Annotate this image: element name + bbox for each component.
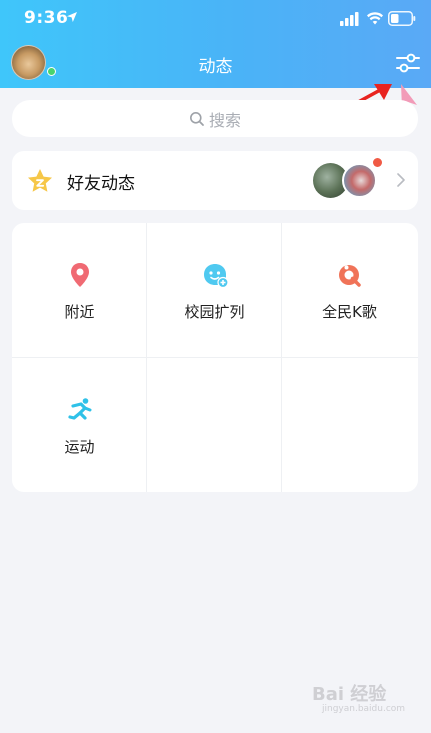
grid-item-nearby[interactable]: 附近 <box>12 223 147 357</box>
friends-feed-label: 好友动态 <box>67 174 135 194</box>
karaoke-icon <box>339 265 361 287</box>
watermark-brand: Bai 经验 <box>312 684 387 705</box>
grid-item-label: 运动 <box>64 438 95 456</box>
feature-grid: 附近 校园扩列 全民K歌 运动 <box>12 223 418 492</box>
watermark: Bai 经验 jingyan.baidu.com <box>312 680 422 724</box>
cellular-signal-icon <box>340 12 359 26</box>
grid-item-sports[interactable]: 运动 <box>12 358 147 492</box>
friend-avatar <box>342 163 377 198</box>
battery-icon <box>388 11 416 26</box>
status-bar: 9:36 <box>0 0 431 38</box>
grid-item-campus[interactable]: 校园扩列 <box>147 223 282 357</box>
watermark-url: jingyan.baidu.com <box>322 704 406 714</box>
page-title: 动态 <box>198 57 233 77</box>
search-icon <box>189 111 204 126</box>
location-arrow-icon <box>67 12 77 22</box>
running-icon <box>68 398 92 420</box>
notification-dot <box>373 158 382 167</box>
wifi-icon <box>367 12 383 25</box>
status-time: 9:36 <box>24 8 69 28</box>
filter-settings-icon[interactable] <box>395 51 421 75</box>
grid-item-label: 校园扩列 <box>184 303 245 321</box>
grid-item-karaoke[interactable]: 全民K歌 <box>282 223 417 357</box>
friends-feed-row[interactable]: 好友动态 <box>12 151 418 210</box>
search-placeholder: 搜索 <box>208 110 241 130</box>
grid-item-label: 全民K歌 <box>322 303 377 321</box>
header: 9:36 动态 <box>0 0 431 88</box>
star-icon <box>28 169 52 192</box>
search-bar[interactable]: 搜索 <box>12 100 418 137</box>
location-pin-icon <box>71 263 89 287</box>
campus-friends-icon <box>204 264 229 289</box>
chevron-right-icon <box>397 173 405 187</box>
grid-item-label: 附近 <box>64 303 95 321</box>
